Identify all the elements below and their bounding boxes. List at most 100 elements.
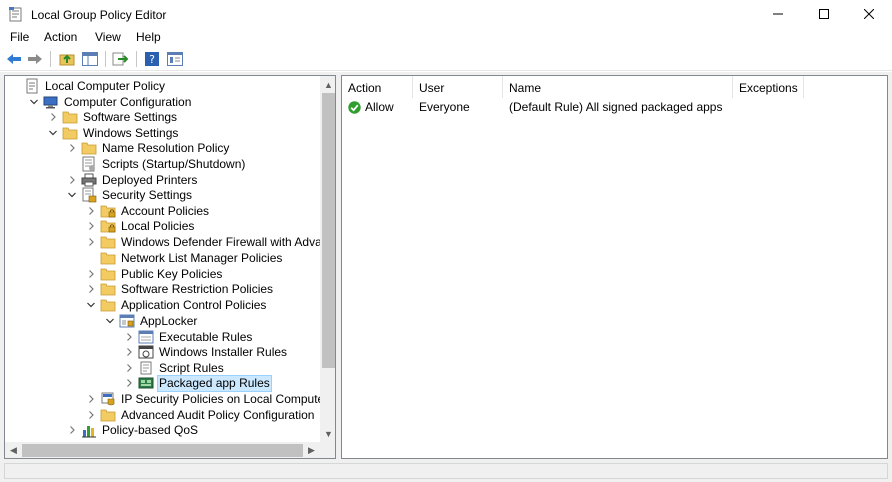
chevron-right-icon[interactable] (85, 281, 97, 297)
tree-item-label: Windows Settings (83, 125, 179, 140)
folder-icon (62, 125, 78, 141)
column-header-user[interactable]: User (413, 76, 503, 98)
chevron-down-icon[interactable] (66, 187, 78, 203)
tree-item[interactable]: Local Policies (85, 218, 196, 234)
chevron-right-icon[interactable] (85, 234, 97, 250)
folder-icon (81, 140, 97, 156)
chevron-right-icon[interactable] (47, 109, 59, 125)
ip-security-icon (100, 391, 116, 407)
tree-item[interactable]: Network List Manager Policies (85, 250, 284, 266)
tree-item[interactable]: AppLocker (104, 313, 199, 329)
chevron-right-icon[interactable] (66, 422, 78, 438)
chevron-right-icon[interactable] (123, 329, 135, 345)
tree-item[interactable]: Application Control Policies (85, 297, 268, 313)
chevron-down-icon[interactable] (28, 94, 40, 110)
tree-item[interactable]: Software Restriction Policies (85, 281, 275, 297)
script-rules-icon (138, 360, 154, 376)
chevron-right-icon[interactable] (85, 203, 97, 219)
tree-item[interactable]: Advanced Audit Policy Configuration (85, 407, 316, 423)
window-title: Local Group Policy Editor (31, 8, 167, 22)
forward-button[interactable] (26, 50, 44, 68)
status-bar (4, 463, 888, 479)
chevron-right-icon[interactable] (85, 266, 97, 282)
tree-item[interactable]: Windows Defender Firewall with Advanc (85, 234, 335, 250)
tree-item[interactable]: Public Key Policies (85, 266, 224, 282)
details-pane[interactable]: Action User Name Exceptions Allow Everyo… (341, 75, 888, 459)
chevron-right-icon[interactable] (85, 391, 97, 407)
show-hide-tree-button[interactable] (81, 50, 99, 68)
security-icon (81, 187, 97, 203)
tree-item[interactable]: Executable Rules (123, 329, 254, 345)
chevron-down-icon[interactable] (47, 125, 59, 141)
column-header-action[interactable]: Action (342, 76, 413, 98)
tree-item-label: Script Rules (159, 360, 224, 375)
tree-item[interactable]: Packaged app Rules (123, 374, 272, 392)
close-button[interactable] (846, 0, 892, 28)
tree-hscroll-thumb[interactable] (22, 444, 303, 457)
tree-item-label: Policy-based QoS (102, 422, 199, 437)
minimize-button[interactable] (755, 0, 801, 28)
chevron-right-icon[interactable] (123, 344, 135, 360)
applocker-icon (119, 313, 135, 329)
scroll-left-icon[interactable]: ◀ (5, 442, 22, 458)
tree-item[interactable]: Account Policies (85, 203, 211, 219)
tree-item[interactable]: IP Security Policies on Local Computer (85, 391, 330, 407)
tree-horizontal-scrollbar[interactable]: ◀ ▶ (5, 442, 335, 458)
minimize-icon (773, 13, 783, 15)
folder-icon (100, 266, 116, 282)
tree-item[interactable]: Policy-based QoS (66, 422, 200, 438)
up-one-level-button[interactable] (58, 50, 76, 68)
tree-item[interactable]: Local Computer Policy (9, 78, 167, 94)
close-icon (864, 9, 874, 19)
console-tree[interactable]: Local Computer Policy Computer Configurat… (4, 75, 336, 459)
tree-item[interactable]: Deployed Printers (66, 172, 199, 188)
menu-file[interactable]: File (10, 30, 29, 44)
chevron-down-icon[interactable] (104, 313, 116, 329)
export-list-button[interactable] (111, 50, 129, 68)
chevron-right-icon[interactable] (123, 360, 135, 376)
chevron-right-icon[interactable] (123, 375, 135, 391)
menu-view[interactable]: View (95, 30, 121, 44)
title-bar: Local Group Policy Editor (0, 0, 892, 28)
menu-action[interactable]: Action (44, 30, 77, 44)
svg-text:?: ? (149, 53, 155, 66)
packaged-app-icon (138, 375, 154, 391)
tree-item[interactable]: Software Settings (47, 109, 179, 125)
back-arrow-icon (7, 54, 21, 64)
up-folder-icon (59, 54, 75, 66)
tree-item[interactable]: Windows Settings (47, 125, 180, 141)
properties-button[interactable] (166, 50, 184, 68)
scroll-right-icon[interactable]: ▶ (303, 442, 320, 458)
column-header-exceptions[interactable]: Exceptions (733, 76, 804, 98)
scroll-down-icon[interactable]: ▼ (320, 425, 335, 442)
help-button[interactable]: ? (143, 50, 161, 68)
tree-item-label: Windows Defender Firewall with Advanc (121, 234, 335, 249)
tree-item[interactable]: Name Resolution Policy (66, 140, 231, 156)
chevron-down-icon[interactable] (85, 297, 97, 313)
chevron-right-icon[interactable] (66, 172, 78, 188)
scroll-up-icon[interactable]: ▲ (320, 76, 335, 93)
chevron-right-icon[interactable] (66, 140, 78, 156)
tree-item[interactable]: Windows Installer Rules (123, 344, 289, 360)
chevron-right-icon[interactable] (85, 407, 97, 423)
column-header-name[interactable]: Name (503, 76, 733, 98)
rule-row[interactable]: Allow Everyone (Default Rule) All signed… (342, 99, 887, 116)
menu-help[interactable]: Help (136, 30, 161, 44)
installer-rules-icon (138, 344, 154, 360)
tree-vertical-scrollbar[interactable]: ▲ ▼ (320, 76, 335, 442)
tree-item[interactable]: Scripts (Startup/Shutdown) (66, 156, 247, 172)
tree-scroll-thumb[interactable] (322, 93, 335, 368)
chevron-right-icon[interactable] (85, 218, 97, 234)
maximize-button[interactable] (801, 0, 847, 28)
chart-icon (81, 422, 97, 438)
tree-item[interactable]: Security Settings (66, 187, 194, 203)
properties-icon (167, 52, 183, 66)
show-hide-tree-icon (82, 52, 98, 66)
printer-icon (81, 172, 97, 188)
back-button[interactable] (5, 50, 23, 68)
folder-icon (62, 109, 78, 125)
tree-item[interactable]: Computer Configuration (28, 94, 193, 110)
folder-icon (100, 407, 116, 423)
policy-icon (24, 78, 40, 94)
